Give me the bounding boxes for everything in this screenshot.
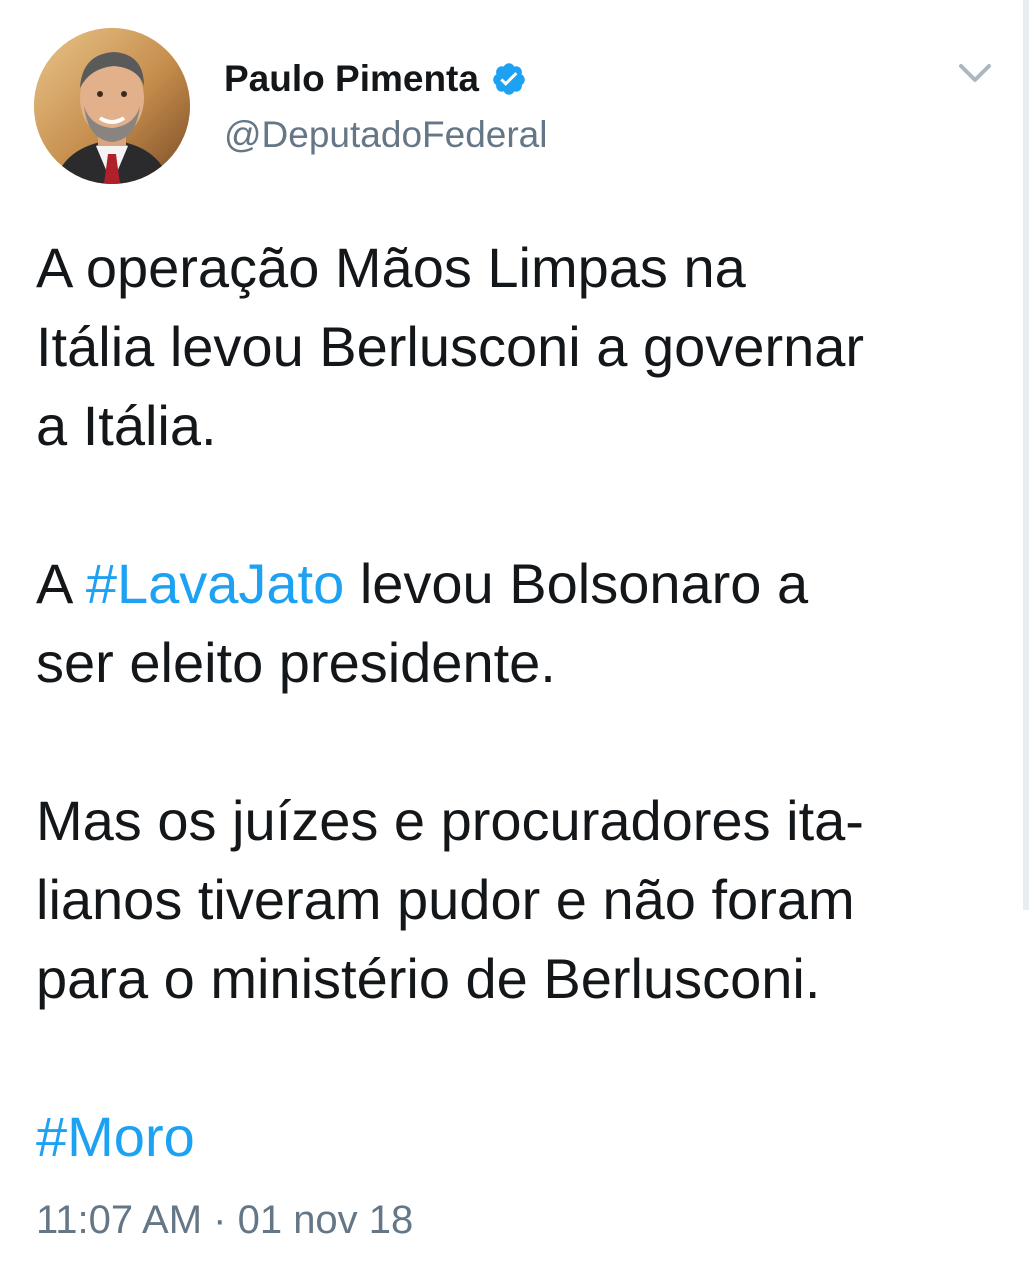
- tweet-timestamp[interactable]: 11:07 AM · 01 nov 18: [36, 1198, 413, 1243]
- avatar[interactable]: [34, 28, 190, 184]
- tweet-paragraph: A operação Mãos Limpas na Itália levou B…: [36, 236, 865, 457]
- avatar-image: [34, 28, 190, 184]
- tweet-header: Paulo Pimenta @DeputadoFederal: [34, 28, 995, 188]
- hashtag-link-lavajato[interactable]: #LavaJato: [86, 552, 344, 615]
- tweet-paragraph: Mas os juízes e procuradores ita- lianos…: [36, 789, 864, 1010]
- tweet-text-segment: A: [36, 552, 86, 615]
- author-info[interactable]: Paulo Pimenta @DeputadoFederal: [224, 54, 547, 156]
- user-handle[interactable]: @DeputadoFederal: [224, 114, 547, 156]
- name-row: Paulo Pimenta: [224, 54, 547, 104]
- tweet-paragraph: A #LavaJato levou Bolsonaro a ser eleito…: [36, 544, 996, 702]
- display-name[interactable]: Paulo Pimenta: [224, 58, 479, 100]
- hashtag-link-moro[interactable]: #Moro: [36, 1097, 996, 1176]
- chevron-down-icon[interactable]: [955, 58, 995, 88]
- verified-badge-icon: [491, 61, 527, 97]
- scrollbar-edge: [1023, 0, 1029, 910]
- tweet-text: A operação Mãos Limpas na Itália levou B…: [36, 228, 996, 1176]
